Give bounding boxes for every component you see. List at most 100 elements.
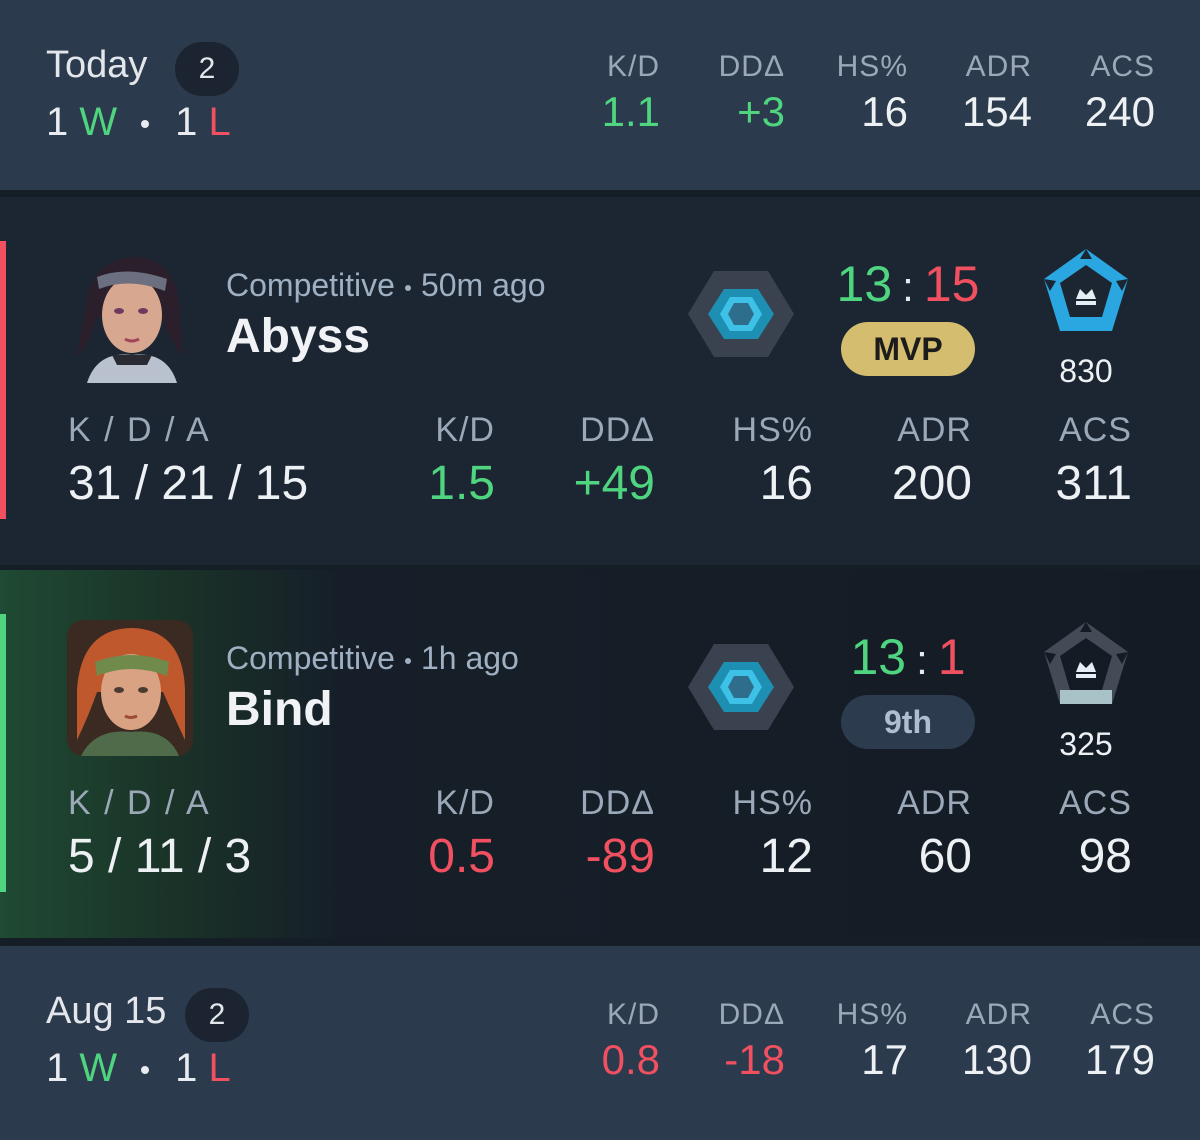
stat-label: ACS [1059, 784, 1132, 822]
stat-kd: K/D 1.1 [560, 50, 660, 136]
rank-hex-icon [686, 259, 796, 369]
stat-value: 130 [961, 1036, 1032, 1083]
stat-label: K/D [435, 411, 495, 449]
stat-hs: HS% 16 [805, 50, 908, 136]
stat-adr: ADR 200 [860, 411, 972, 511]
enemy-score: 1 [937, 629, 966, 685]
map-name: Bind [226, 683, 333, 736]
stat-value: 311 [1055, 457, 1132, 510]
stat-dda: DDΔ -18 [680, 998, 785, 1084]
separator-dot [404, 284, 411, 291]
score-separator: : [902, 263, 914, 310]
match-card[interactable]: Competitive 50m ago Abyss 13:15 MVP 830 K… [0, 197, 1200, 565]
rank-tier-icon [1040, 245, 1132, 337]
placement-badge: 9th [841, 695, 975, 749]
stat-value: 16 [861, 88, 908, 135]
stat-value: 154 [961, 88, 1032, 135]
match-score: 13:1 [808, 628, 1008, 686]
stat-adr: ADR 130 [930, 998, 1032, 1084]
stat-value: 179 [1084, 1036, 1155, 1083]
match-meta: Competitive 50m ago [226, 267, 545, 304]
stat-label: DDΔ [718, 998, 785, 1031]
team-score: 13 [836, 256, 893, 312]
match-count-badge: 2 [185, 988, 249, 1042]
win-indicator-bar [0, 614, 6, 892]
mvp-badge: MVP [841, 322, 975, 376]
map-name: Abyss [226, 310, 371, 363]
separator-dot [141, 120, 150, 129]
loss-letter: L [208, 100, 231, 144]
stat-acs: ACS 311 [1020, 411, 1132, 511]
stat-value: -89 [585, 830, 655, 883]
stat-kd: K/D 1.5 [395, 411, 495, 511]
stat-label: HS% [732, 784, 813, 822]
separator-dot [404, 657, 411, 664]
stat-acs: ACS 240 [1050, 50, 1155, 136]
stat-label: ADR [897, 784, 972, 822]
stat-label: DDΔ [718, 50, 785, 83]
agent-portrait-icon [67, 620, 193, 756]
stat-value: 200 [891, 457, 972, 510]
rank-rating: 325 [1059, 726, 1113, 762]
day-summary-previous[interactable]: Aug 15 2 1 W1 L K/D 0.8 DDΔ -18 HS% 17 A… [0, 946, 1200, 1140]
match-time: 1h ago [420, 640, 519, 676]
game-mode: Competitive [226, 267, 395, 303]
stat-value: -18 [724, 1036, 785, 1083]
stat-label: K / D / A [68, 411, 211, 449]
stat-label: ACS [1090, 998, 1155, 1031]
stat-label: ACS [1090, 50, 1155, 83]
stat-label: K/D [606, 50, 660, 83]
stat-value: 12 [759, 830, 813, 883]
loss-indicator-bar [0, 241, 6, 519]
win-loss-record: 1 W1 L [46, 1046, 231, 1091]
losses-count: 1 [175, 1046, 198, 1090]
stat-acs: ACS 98 [1020, 784, 1132, 884]
day-summary-today[interactable]: Today 2 1 W1 L K/D 1.1 DDΔ +3 HS% 16 ADR… [0, 0, 1200, 190]
stat-value: 60 [918, 830, 972, 883]
stat-label: ADR [965, 50, 1032, 83]
stat-acs: ACS 179 [1050, 998, 1155, 1084]
stat-label: ACS [1059, 411, 1132, 449]
stat-label: ADR [897, 411, 972, 449]
stat-label: K/D [435, 784, 495, 822]
match-card[interactable]: Competitive 1h ago Bind 13:1 9th 325 K / … [0, 570, 1200, 938]
stat-dda: DDΔ +3 [680, 50, 785, 136]
stat-value: 16 [759, 457, 813, 510]
match-meta: Competitive 1h ago [226, 640, 519, 677]
stat-kd: K/D 0.5 [395, 784, 495, 884]
stat-hs: HS% 16 [700, 411, 813, 511]
team-score: 13 [850, 629, 907, 685]
match-time: 50m ago [420, 267, 546, 303]
wins-count: 1 [46, 100, 69, 144]
win-letter: W [79, 100, 118, 144]
stat-kda: K / D / A 31 / 21 / 15 [68, 411, 308, 511]
win-loss-record: 1 W1 L [46, 100, 231, 145]
separator-dot [141, 1066, 150, 1075]
enemy-score: 15 [923, 256, 980, 312]
stat-kd: K/D 0.8 [560, 998, 660, 1084]
stat-label: HS% [836, 50, 908, 83]
stat-value: 1.5 [428, 457, 495, 510]
stat-dda: DDΔ -89 [535, 784, 655, 884]
stat-label: HS% [732, 411, 813, 449]
stat-value: +49 [573, 457, 655, 510]
stat-hs: HS% 17 [805, 998, 908, 1084]
stat-value: 0.8 [601, 1036, 660, 1083]
stat-label: K / D / A [68, 784, 211, 822]
stat-value: 17 [861, 1036, 908, 1083]
game-mode: Competitive [226, 640, 395, 676]
rank-rating: 830 [1059, 353, 1113, 389]
day-title: Aug 15 [46, 990, 167, 1032]
match-count-badge: 2 [175, 42, 239, 96]
stat-value: 98 [1078, 830, 1132, 883]
win-letter: W [79, 1046, 118, 1090]
stat-adr: ADR 60 [860, 784, 972, 884]
losses-count: 1 [175, 100, 198, 144]
rank-hex-icon [686, 632, 796, 742]
loss-letter: L [208, 1046, 231, 1090]
stat-hs: HS% 12 [700, 784, 813, 884]
stat-label: K/D [606, 998, 660, 1031]
stat-value: 5 / 11 / 3 [68, 830, 252, 883]
stat-value: 31 / 21 / 15 [68, 457, 309, 510]
stat-kda: K / D / A 5 / 11 / 3 [68, 784, 251, 884]
